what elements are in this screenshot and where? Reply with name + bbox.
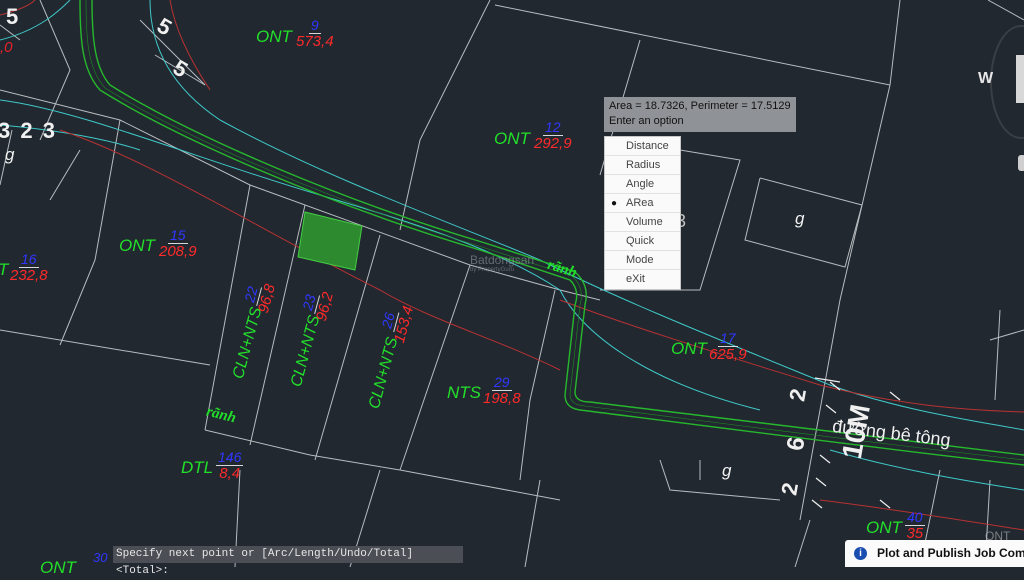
parcel-fraction: 9 573,4 bbox=[296, 18, 334, 50]
selected-bullet-icon: ● bbox=[611, 198, 618, 209]
parcel-area: 292,9 bbox=[534, 135, 572, 152]
menu-item-area[interactable]: ● ARea bbox=[605, 194, 680, 213]
compass-west-label[interactable]: W bbox=[978, 70, 1000, 90]
parcel-number: 30 bbox=[93, 550, 108, 565]
watermark-sub: by PropertyGuru bbox=[470, 267, 515, 273]
parcel-code: T bbox=[0, 260, 8, 280]
viewcube-face[interactable] bbox=[1016, 55, 1024, 103]
menu-item-mode[interactable]: Mode bbox=[605, 251, 680, 270]
land-type-g-left: g bbox=[5, 145, 15, 164]
menu-item-label: Radius bbox=[626, 159, 661, 171]
info-icon: i bbox=[854, 547, 867, 560]
parcel-number: 9 bbox=[308, 17, 321, 34]
parcel-code: ONT bbox=[866, 518, 902, 537]
parcel-fraction: 15 208,9 bbox=[159, 228, 197, 260]
left-top-number: 5 bbox=[6, 4, 19, 29]
parcel-area: 208,9 bbox=[159, 243, 197, 260]
parcel-boundaries bbox=[0, 0, 1024, 567]
menu-item-radius[interactable]: Radius bbox=[605, 156, 680, 175]
parcel-area: 8,4 bbox=[219, 465, 241, 482]
notification-text: Plot and Publish Job Comple bbox=[877, 546, 1024, 560]
parcel-code: ONT bbox=[119, 236, 155, 255]
parcel-code: ONT bbox=[494, 129, 530, 148]
menu-item-volume[interactable]: Volume bbox=[605, 213, 680, 232]
cad-drawing-canvas[interactable] bbox=[0, 0, 1024, 567]
measure-prompt: Enter an option bbox=[609, 115, 684, 127]
parcel-code: ONT bbox=[671, 339, 707, 358]
parcel-number: 29 bbox=[491, 374, 512, 391]
parcel-area: 625,9 bbox=[709, 346, 747, 363]
land-type-g-bottom: g bbox=[722, 461, 732, 480]
parcel-fraction: 146 8,4 bbox=[216, 449, 244, 482]
measure-options-menu: Distance Radius Angle ● ARea Volume Quick… bbox=[604, 136, 681, 290]
parcel-code: ONT bbox=[256, 27, 292, 46]
viewcube-marker bbox=[1018, 155, 1024, 171]
measured-area-highlight bbox=[297, 211, 363, 271]
parcel-area: 573,4 bbox=[296, 33, 334, 50]
parcel-number: 40 bbox=[905, 509, 925, 526]
parcel-number: 12 bbox=[542, 119, 563, 136]
menu-item-label: Angle bbox=[626, 178, 655, 190]
menu-item-quick[interactable]: Quick bbox=[605, 232, 680, 251]
parcel-number: 146 bbox=[216, 449, 244, 466]
menu-item-label: ARea bbox=[626, 197, 654, 209]
parcel-code: DTL bbox=[181, 458, 214, 477]
measure-tooltip: Area = 18.7326, Perimeter = 17.5129 Ente… bbox=[604, 97, 796, 132]
parcel-fraction: 29 198,8 bbox=[483, 375, 521, 407]
left-top-fraction: ,0 bbox=[0, 39, 13, 56]
command-line-prompt[interactable]: Specify next point or [Arc/Length/Undo/T… bbox=[113, 546, 463, 577]
parcel-fraction: 12 292,9 bbox=[534, 120, 572, 152]
menu-item-angle[interactable]: Angle bbox=[605, 175, 680, 194]
parcel-code: NTS bbox=[447, 383, 481, 402]
menu-item-label: Volume bbox=[626, 216, 663, 228]
menu-item-label: Distance bbox=[626, 140, 669, 152]
watermark: Batdongsan by PropertyGuru bbox=[470, 253, 534, 273]
parcel-area: 198,8 bbox=[483, 390, 521, 407]
menu-item-label: eXit bbox=[626, 273, 645, 285]
land-type-g-right: g bbox=[795, 209, 805, 228]
parcel-code: ONT bbox=[40, 558, 76, 577]
measure-result: Area = 18.7326, Perimeter = 17.5129 bbox=[609, 100, 791, 112]
road-ditch-lines bbox=[79, 0, 1024, 466]
watermark-brand: Batdongsan bbox=[470, 253, 535, 267]
menu-item-label: Quick bbox=[626, 235, 655, 247]
parcel-fraction: 16 232,8 bbox=[10, 252, 48, 284]
menu-item-label: Mode bbox=[626, 254, 654, 266]
plot-publish-notification[interactable]: i Plot and Publish Job Comple bbox=[845, 540, 1024, 567]
parcel-number: 16 bbox=[18, 251, 39, 268]
parcel-number: 15 bbox=[167, 227, 188, 244]
parcel-number: 17 bbox=[717, 330, 738, 347]
menu-item-exit[interactable]: eXit bbox=[605, 270, 680, 289]
left-digit-group: 3 2 3 bbox=[0, 118, 57, 143]
parcel-fraction: 40 35 bbox=[905, 510, 925, 542]
parcel-area: 232,8 bbox=[10, 267, 48, 284]
menu-item-distance[interactable]: Distance bbox=[605, 137, 680, 156]
parcel-fraction: 17 625,9 bbox=[709, 331, 747, 363]
